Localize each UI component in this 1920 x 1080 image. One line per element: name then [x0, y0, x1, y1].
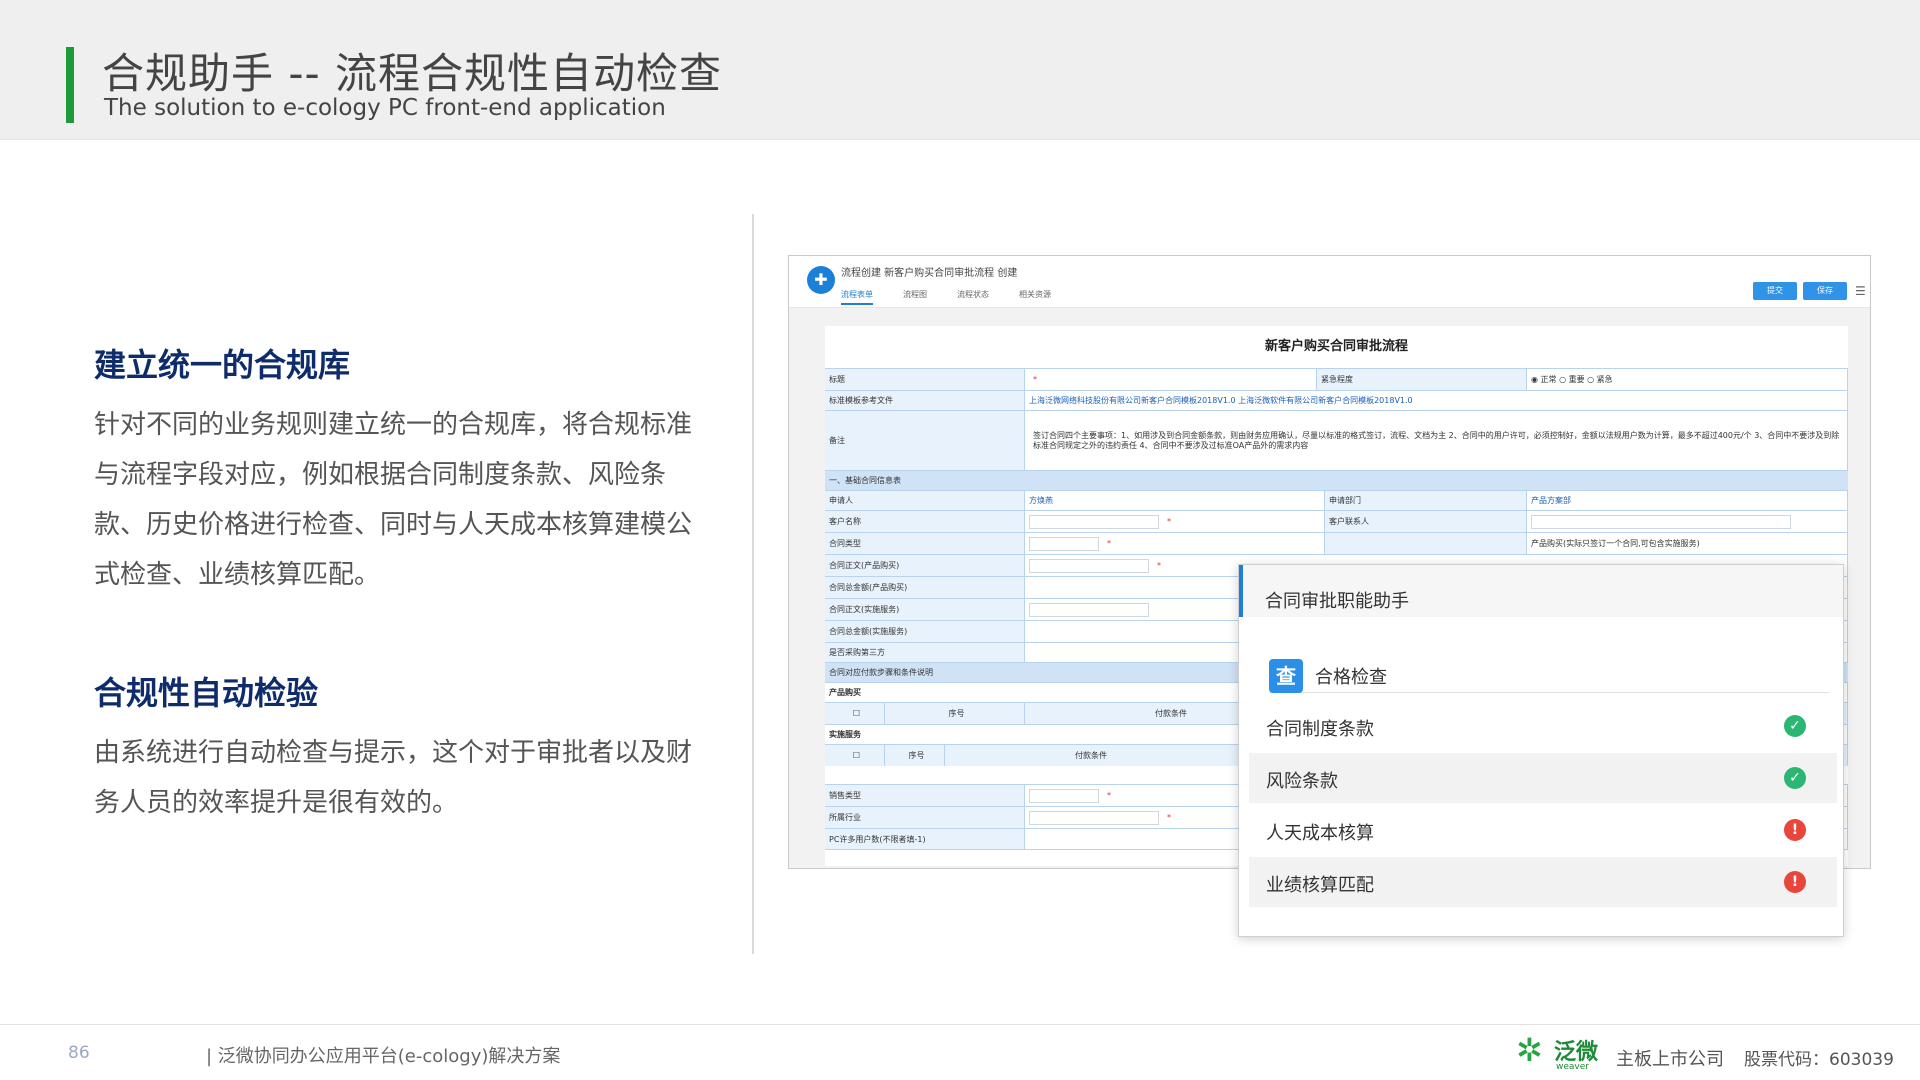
field-label: 合同总金额(实施服务): [825, 621, 1025, 642]
section-auto-check: 合规性自动检验 由系统进行自动检查与提示，这个对于审批者以及财务人员的效率提升是…: [94, 668, 704, 828]
form-row: 备注 签订合同四个主要事项：1、如用涉及到合同金额条款，则由财务应用确认，尽量以…: [825, 410, 1848, 470]
assistant-header: 合同审批职能助手: [1239, 565, 1843, 617]
customer-input[interactable]: *: [1025, 511, 1325, 532]
field-label: 合同总金额(产品购买): [825, 577, 1025, 598]
field-label: 申请人: [825, 491, 1025, 510]
field-label: 备注: [825, 411, 1025, 470]
field-label: PC许多用户数(不限者填-1): [825, 829, 1025, 849]
tab-status[interactable]: 流程状态: [957, 289, 989, 305]
assistant-title: 合同审批职能助手: [1265, 591, 1409, 612]
field-label: 标题: [825, 369, 1025, 390]
field-label: 合同正文(实施服务): [825, 599, 1025, 620]
field-label: [1325, 533, 1527, 554]
check-item-label: 合同制度条款: [1266, 719, 1374, 740]
row-checkbox[interactable]: ☐: [825, 745, 885, 766]
check-warning-icon: !: [1784, 871, 1806, 893]
brand-logo: ✲ 泛微 weaver: [1516, 1030, 1600, 1074]
footer-divider: [0, 1024, 1920, 1025]
check-pass-icon: ✓: [1784, 715, 1806, 737]
slide-title: 合规助手 -- 流程合规性自动检查: [102, 49, 723, 98]
tab-flowchart[interactable]: 流程图: [903, 289, 927, 305]
tab-form[interactable]: 流程表单: [841, 289, 873, 305]
applicant-value[interactable]: 方焕燕: [1025, 491, 1325, 510]
field-label: 合同正文(产品购买): [825, 555, 1025, 576]
workflow-topbar: ✚ 流程创建 新客户购买合同审批流程 创建 流程表单 流程图 流程状态 相关资源…: [789, 256, 1870, 308]
compliance-assistant-panel: 合同审批职能助手 查 合格检查 合同制度条款 ✓ 风险条款 ✓ 人天成本核算 !…: [1238, 564, 1844, 937]
form-row: 申请人 方焕燕 申请部门 产品方案部: [825, 490, 1848, 510]
form-row: 合同类型 * 产品购买(实际只签订一个合同,可包含实施服务): [825, 532, 1848, 554]
section-body: 针对不同的业务规则建立统一的合规库，将合规标准与流程字段对应，例如根据合同制度条…: [94, 410, 693, 590]
contract-type-value[interactable]: 产品购买(实际只签订一个合同,可包含实施服务): [1527, 533, 1848, 554]
contact-input[interactable]: [1527, 511, 1848, 532]
submit-button[interactable]: 提交: [1753, 282, 1797, 300]
row-checkbox[interactable]: ☐: [825, 703, 885, 724]
field-label: 标准模板参考文件: [825, 391, 1025, 410]
field-label: 销售类型: [825, 785, 1025, 806]
template-links[interactable]: 上海泛微网络科技股份有限公司新客户合同模板2018V1.0 上海泛微软件有限公司…: [1025, 391, 1848, 410]
check-icon: 查: [1269, 659, 1303, 693]
section-basic-info: 一、基础合同信息表: [825, 471, 1848, 490]
section-compliance-library: 建立统一的合规库 针对不同的业务规则建立统一的合规库，将合规标准与流程字段对应，…: [94, 340, 704, 600]
field-label: 申请部门: [1325, 491, 1527, 510]
title-accent-bar: [66, 47, 74, 123]
title-field[interactable]: *: [1025, 369, 1317, 390]
memo-text: 签订合同四个主要事项：1、如用涉及到合同金额条款，则由财务应用确认，尽量以标准的…: [1033, 430, 1840, 450]
section-body: 由系统进行自动检查与提示，这个对于审批者以及财务人员的效率提升是很有效的。: [94, 738, 693, 818]
workflow-tabs: 流程表单 流程图 流程状态 相关资源: [841, 289, 1051, 305]
check-item-label: 人天成本核算: [1266, 823, 1374, 844]
field-label: 是否采购第三方: [825, 643, 1025, 662]
column-header: 序号: [885, 703, 1025, 724]
footer-stock-code: 股票代码：603039: [1744, 1050, 1894, 1070]
tab-resources[interactable]: 相关资源: [1019, 289, 1051, 305]
check-section-title: 合格检查: [1315, 663, 1395, 689]
check-section-header: 查 合格检查: [1269, 659, 1829, 693]
form-row: 标题 * 紧急程度 ◉ 正常 ○ 重要 ○ 紧急: [825, 368, 1848, 390]
form-title: 新客户购买合同审批流程: [1264, 339, 1408, 354]
form-row: 客户名称 * 客户联系人: [825, 510, 1848, 532]
check-warning-icon: !: [1784, 819, 1806, 841]
section-heading: 合规性自动检验: [94, 674, 319, 712]
field-label: 客户名称: [825, 511, 1025, 532]
vertical-divider: [752, 214, 754, 954]
form-section-row: 一、基础合同信息表: [825, 470, 1848, 490]
field-label: 紧急程度: [1317, 369, 1527, 390]
footer-product-text: | 泛微协同办公应用平台(e-cology)解决方案: [206, 1046, 561, 1067]
check-item[interactable]: 人天成本核算 !: [1249, 805, 1837, 855]
contract-type-select[interactable]: *: [1025, 533, 1325, 554]
save-button[interactable]: 保存: [1803, 282, 1847, 300]
workflow-logo-icon: ✚: [807, 266, 835, 294]
slide-header: 合规助手 -- 流程合规性自动检查 The solution to e-colo…: [0, 0, 1920, 140]
brand-sub: weaver: [1556, 1062, 1589, 1072]
slide-subtitle: The solution to e-cology PC front-end ap…: [104, 95, 666, 121]
menu-icon[interactable]: ☰: [1855, 284, 1866, 298]
section-heading: 建立统一的合规库: [94, 346, 351, 384]
dept-value[interactable]: 产品方案部: [1527, 491, 1848, 510]
field-label: 客户联系人: [1325, 511, 1527, 532]
form-row: 标准模板参考文件 上海泛微网络科技股份有限公司新客户合同模板2018V1.0 上…: [825, 390, 1848, 410]
check-pass-icon: ✓: [1784, 767, 1806, 789]
check-item[interactable]: 合同制度条款 ✓: [1249, 701, 1837, 751]
check-item[interactable]: 业绩核算匹配 !: [1249, 857, 1837, 907]
urgency-radio-group[interactable]: ◉ 正常 ○ 重要 ○ 紧急: [1527, 369, 1848, 390]
footer-company: 主板上市公司: [1616, 1049, 1724, 1070]
field-label: 合同类型: [825, 533, 1025, 554]
check-item-label: 风险条款: [1266, 771, 1338, 792]
column-header: 序号: [885, 745, 945, 766]
page-number: 86: [68, 1043, 90, 1063]
breadcrumb: 流程创建 新客户购买合同审批流程 创建: [841, 268, 1018, 279]
field-label: 所属行业: [825, 807, 1025, 828]
brand-star-icon: ✲: [1516, 1031, 1543, 1069]
check-item[interactable]: 风险条款 ✓: [1249, 753, 1837, 803]
check-item-label: 业绩核算匹配: [1266, 875, 1374, 896]
